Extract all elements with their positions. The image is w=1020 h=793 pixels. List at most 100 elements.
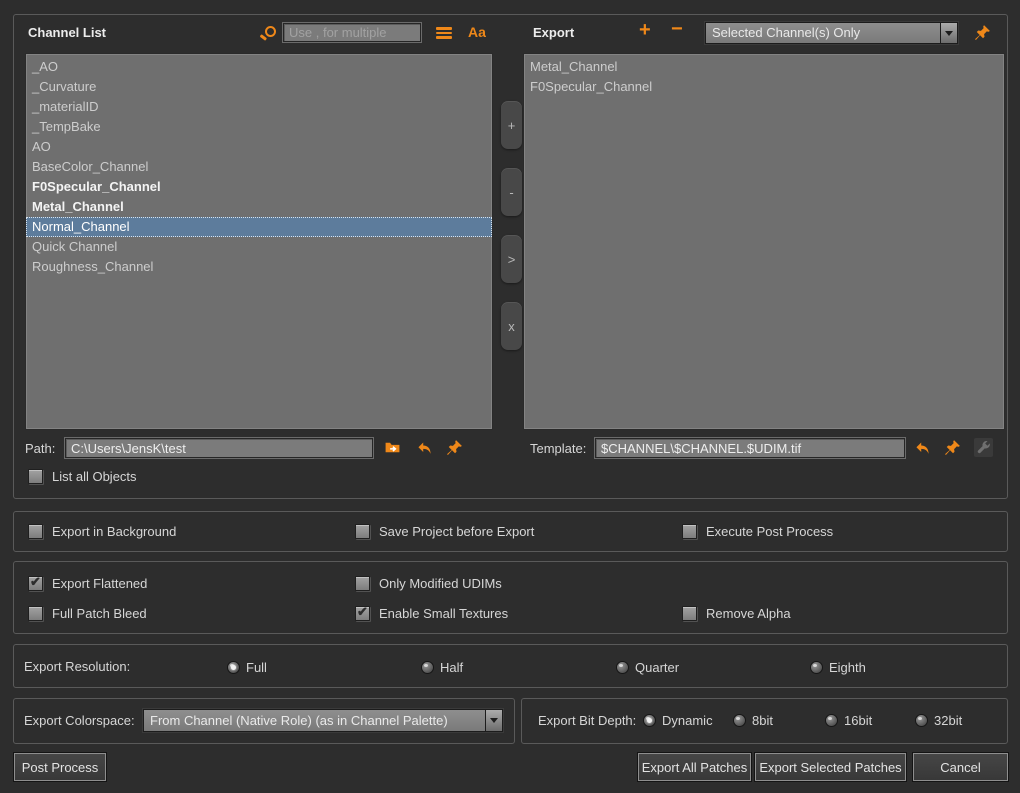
post-process-button[interactable]: Post Process: [14, 753, 106, 781]
flatten-options-groupbox: [13, 561, 1008, 634]
checkbox-label: Full Patch Bleed: [52, 606, 147, 621]
export-list: Metal_Channel F0Specular_Channel: [523, 53, 1005, 430]
remove-alpha-checkbox[interactable]: Remove Alpha: [682, 605, 791, 621]
chevron-down-icon: [485, 710, 502, 731]
filter-menu-icon[interactable]: [436, 27, 452, 40]
channel-list-item[interactable]: _Curvature: [26, 77, 492, 97]
export-mode-select[interactable]: Selected Channel(s) Only: [705, 22, 958, 44]
radio-label: Half: [440, 660, 463, 675]
radio-circle: [643, 714, 656, 727]
channel-list-item[interactable]: Quick Channel: [26, 237, 492, 257]
channel-search-input[interactable]: [283, 23, 421, 42]
checkbox-label: Remove Alpha: [706, 606, 791, 621]
export-list-item[interactable]: Metal_Channel: [524, 57, 1004, 77]
resolution-quarter-radio[interactable]: Quarter: [616, 660, 679, 675]
checkbox-box: [355, 524, 370, 539]
bit-depth-16bit-radio[interactable]: 16bit: [825, 713, 872, 728]
template-label: Template:: [530, 441, 586, 456]
resolution-half-radio[interactable]: Half: [421, 660, 463, 675]
export-remove-icon[interactable]: −: [671, 18, 683, 41]
checkbox-box: [28, 524, 43, 539]
template-pin-icon[interactable]: [944, 439, 961, 456]
radio-circle: [227, 661, 240, 674]
export-all-patches-button[interactable]: Export All Patches: [638, 753, 751, 781]
checkbox-box: [28, 576, 43, 591]
browse-export-path-icon[interactable]: [384, 439, 401, 456]
channel-list-item[interactable]: Metal_Channel: [26, 197, 492, 217]
bit-depth-dynamic-radio[interactable]: Dynamic: [643, 713, 713, 728]
channel-list-title: Channel List: [28, 25, 106, 40]
checkbox-label: Enable Small Textures: [379, 606, 508, 621]
radio-label: Dynamic: [662, 713, 713, 728]
radio-circle: [825, 714, 838, 727]
checkbox-box: [28, 469, 43, 484]
chevron-down-icon: [940, 23, 957, 43]
radio-label: Full: [246, 660, 267, 675]
channel-list-item[interactable]: Roughness_Channel: [26, 257, 492, 277]
checkbox-label: Only Modified UDIMs: [379, 576, 502, 591]
enable-small-textures-checkbox[interactable]: Enable Small Textures: [355, 605, 508, 621]
add-to-export-button[interactable]: +: [501, 101, 522, 149]
resolution-full-radio[interactable]: Full: [227, 660, 267, 675]
radio-circle: [421, 661, 434, 674]
channel-list-item[interactable]: _materialID: [26, 97, 492, 117]
colorspace-select[interactable]: From Channel (Native Role) (as in Channe…: [143, 709, 503, 732]
channel-list-item[interactable]: AO: [26, 137, 492, 157]
checkbox-label: Export Flattened: [52, 576, 147, 591]
radio-circle: [810, 661, 823, 674]
radio-label: Quarter: [635, 660, 679, 675]
template-undo-icon[interactable]: [914, 440, 931, 457]
radio-label: 8bit: [752, 713, 773, 728]
checkbox-label: List all Objects: [52, 469, 137, 484]
radio-circle: [915, 714, 928, 727]
channel-list-item[interactable]: BaseColor_Channel: [26, 157, 492, 177]
bit-depth-label: Export Bit Depth:: [538, 713, 636, 728]
channel-list-item[interactable]: _TempBake: [26, 117, 492, 137]
execute-post-process-checkbox[interactable]: Execute Post Process: [682, 523, 833, 539]
search-icon: [260, 26, 275, 41]
export-flattened-checkbox[interactable]: Export Flattened: [28, 575, 147, 591]
radio-label: 32bit: [934, 713, 962, 728]
checkbox-label: Save Project before Export: [379, 524, 534, 539]
template-wrench-icon[interactable]: [974, 438, 993, 457]
save-project-before-export-checkbox[interactable]: Save Project before Export: [355, 523, 534, 539]
colorspace-value: From Channel (Native Role) (as in Channe…: [144, 710, 485, 731]
move-button[interactable]: >: [501, 235, 522, 283]
case-sensitive-toggle[interactable]: Aa: [468, 24, 486, 40]
checkbox-box: [355, 606, 370, 621]
clear-button[interactable]: x: [501, 302, 522, 350]
bit-depth-32bit-radio[interactable]: 32bit: [915, 713, 962, 728]
export-add-icon[interactable]: +: [639, 19, 651, 42]
only-modified-udims-checkbox[interactable]: Only Modified UDIMs: [355, 575, 502, 591]
channel-list: _AO _Curvature _materialID _TempBake AO …: [25, 53, 493, 430]
full-patch-bleed-checkbox[interactable]: Full Patch Bleed: [28, 605, 147, 621]
resolution-label: Export Resolution:: [24, 659, 130, 674]
checkbox-box: [355, 576, 370, 591]
path-label: Path:: [25, 441, 55, 456]
export-list-item[interactable]: F0Specular_Channel: [524, 77, 1004, 97]
resolution-eighth-radio[interactable]: Eighth: [810, 660, 866, 675]
radio-circle: [616, 661, 629, 674]
radio-circle: [733, 714, 746, 727]
channel-list-item[interactable]: F0Specular_Channel: [26, 177, 492, 197]
export-pin-icon[interactable]: [974, 24, 991, 41]
radio-label: 16bit: [844, 713, 872, 728]
path-pin-icon[interactable]: [446, 439, 463, 456]
path-input[interactable]: [65, 438, 373, 458]
checkbox-box: [28, 606, 43, 621]
path-undo-icon[interactable]: [416, 440, 433, 457]
channel-list-item[interactable]: _AO: [26, 57, 492, 77]
colorspace-label: Export Colorspace:: [24, 713, 135, 728]
export-mode-value: Selected Channel(s) Only: [706, 23, 940, 43]
export-in-background-checkbox[interactable]: Export in Background: [28, 523, 176, 539]
checkbox-label: Execute Post Process: [706, 524, 833, 539]
export-selected-patches-button[interactable]: Export Selected Patches: [755, 753, 906, 781]
remove-from-export-button[interactable]: -: [501, 168, 522, 216]
checkbox-box: [682, 606, 697, 621]
bit-depth-8bit-radio[interactable]: 8bit: [733, 713, 773, 728]
channel-list-item[interactable]: Normal_Channel: [26, 217, 492, 237]
export-dialog: Channel List Aa _AO _Curvature _material…: [0, 0, 1020, 793]
cancel-button[interactable]: Cancel: [913, 753, 1008, 781]
template-input[interactable]: [595, 438, 905, 458]
list-all-objects-checkbox[interactable]: List all Objects: [28, 468, 137, 484]
